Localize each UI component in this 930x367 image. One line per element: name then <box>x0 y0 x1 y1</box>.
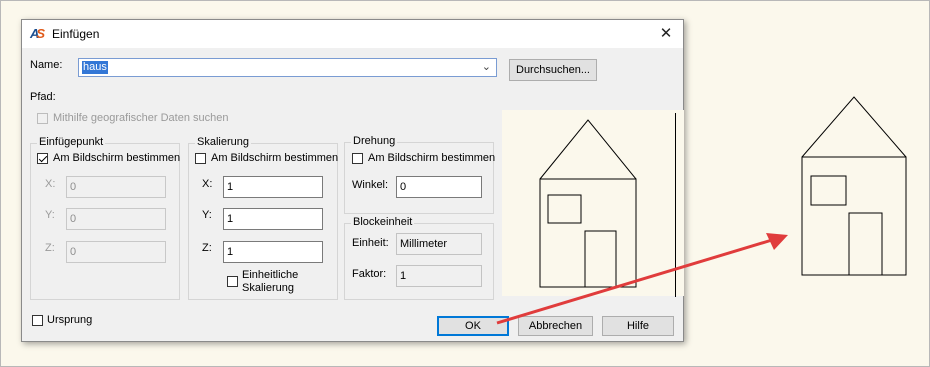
block-name-combobox[interactable]: haus ⌄ <box>78 58 497 77</box>
scale-onscreen-checkbox[interactable] <box>195 153 206 164</box>
rotation-onscreen-label: Am Bildschirm bestimmen <box>368 152 496 164</box>
insertion-z-label: Z: <box>45 242 55 254</box>
block-unit-title: Blockeinheit <box>351 216 415 228</box>
uniform-scale-label-line1: Einheitliche <box>242 269 299 281</box>
factor-label: Faktor: <box>352 268 387 280</box>
rotation-onscreen-checkbox[interactable] <box>352 153 363 164</box>
name-label: Name: <box>30 59 63 71</box>
insertion-point-title: Einfügepunkt <box>37 136 106 148</box>
help-button[interactable]: Hilfe <box>602 316 674 336</box>
scale-x-label: X: <box>202 178 213 190</box>
path-label: Pfad: <box>30 91 56 103</box>
insertion-onscreen-label: Am Bildschirm bestimmen <box>53 152 181 164</box>
insertion-onscreen-checkbox[interactable] <box>37 153 48 164</box>
scale-y-field[interactable]: 1 <box>223 208 323 230</box>
angle-label: Winkel: <box>352 179 389 191</box>
scale-z-field[interactable]: 1 <box>223 241 323 263</box>
factor-field: 1 <box>396 265 482 287</box>
browse-button[interactable]: Durchsuchen... <box>509 59 597 81</box>
geo-data-label: Mithilfe geografischer Daten suchen <box>53 112 229 124</box>
ok-button[interactable]: OK <box>437 316 509 336</box>
geo-data-checkbox[interactable] <box>37 113 48 124</box>
unit-label: Einheit: <box>352 237 389 249</box>
scale-onscreen-label: Am Bildschirm bestimmen <box>211 152 339 164</box>
house-preview-drawing <box>539 119 637 288</box>
unit-field: Millimeter <box>396 233 482 255</box>
uniform-scale-label-line2: Skalierung <box>242 282 294 294</box>
autocad-logo-icon: AS <box>30 26 46 41</box>
dialog-title: Einfügen <box>52 27 100 41</box>
insertion-y-label: Y: <box>45 209 55 221</box>
close-icon[interactable]: ✕ <box>654 23 678 45</box>
rotation-title: Drehung <box>351 135 398 147</box>
uniform-scale-label: Einheitliche Skalierung <box>242 269 298 295</box>
scale-x-field[interactable]: 1 <box>223 176 323 198</box>
cancel-button[interactable]: Abbrechen <box>518 316 593 336</box>
block-name-value: haus <box>82 61 108 74</box>
chevron-down-icon[interactable]: ⌄ <box>482 59 491 76</box>
origin-checkbox[interactable] <box>32 315 43 326</box>
scale-y-label: Y: <box>202 209 212 221</box>
uniform-scale-checkbox[interactable] <box>227 276 238 287</box>
angle-field[interactable]: 0 <box>396 176 482 198</box>
block-preview <box>502 110 684 296</box>
preview-divider <box>675 113 676 297</box>
scale-title: Skalierung <box>195 136 251 148</box>
title-bar: AS Einfügen ✕ <box>22 20 683 48</box>
scale-z-label: Z: <box>202 242 212 254</box>
insertion-y-field[interactable]: 0 <box>66 208 166 230</box>
origin-label: Ursprung <box>47 314 93 326</box>
insert-dialog: AS Einfügen ✕ Name: haus ⌄ Durchsuchen..… <box>21 19 684 342</box>
insertion-z-field[interactable]: 0 <box>66 241 166 263</box>
insertion-x-label: X: <box>45 178 56 190</box>
insertion-x-field[interactable]: 0 <box>66 176 166 198</box>
